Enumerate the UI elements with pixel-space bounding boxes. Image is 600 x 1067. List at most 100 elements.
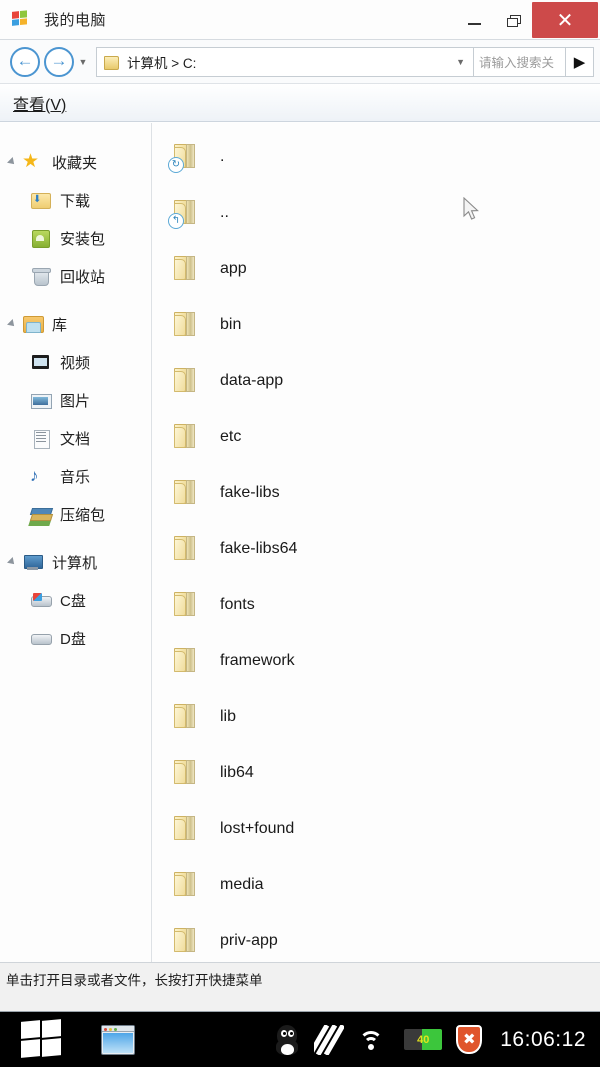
sidebar-label: 压缩包: [60, 506, 106, 524]
sidebar-label: 安装包: [60, 230, 106, 248]
maximize-button[interactable]: [494, 0, 532, 40]
file-list-item[interactable]: media: [160, 857, 600, 913]
expand-arrow-icon[interactable]: [7, 157, 22, 167]
file-list-pane[interactable]: ↻. ↰.. app bin data-app etc fake-libs fake-libs…: [152, 123, 600, 962]
file-list: ↻. ↰.. app bin data-app etc fake-libs fake-libs…: [152, 129, 600, 962]
navigation-sidebar[interactable]: ★ 收藏夹 下载 安装包 回收站: [0, 123, 152, 962]
folder-icon: [168, 756, 204, 790]
title-bar[interactable]: 我的电脑 ✕: [0, 0, 600, 40]
sidebar-item-drive-c[interactable]: C盘: [0, 581, 151, 619]
folder-icon: [168, 308, 204, 342]
file-list-item[interactable]: bin: [160, 297, 600, 353]
file-name: data-app: [220, 372, 284, 389]
drive-icon: [30, 628, 52, 648]
folder-icon: [168, 924, 204, 958]
library-icon: [22, 314, 44, 334]
expand-arrow-icon[interactable]: [7, 319, 22, 329]
sidebar-item-videos[interactable]: 视频: [0, 343, 151, 381]
folder-icon: [168, 588, 204, 622]
sidebar-item-packages[interactable]: 安装包: [0, 219, 151, 257]
taskbar-clock[interactable]: 16:06:12: [500, 1028, 586, 1052]
screen: 我的电脑 ✕ ← → ▼ 计算机 > C: ▼ 请输入搜索关 ▶ 查看(V) ★…: [0, 0, 600, 1067]
file-name: lost+found: [220, 820, 295, 837]
file-name: media: [220, 876, 264, 893]
sidebar-item-computer[interactable]: 计算机: [0, 543, 151, 581]
file-explorer-icon[interactable]: [101, 1024, 135, 1055]
file-list-item[interactable]: ↻.: [160, 129, 600, 185]
menu-item-view[interactable]: 查看(V): [13, 91, 66, 115]
file-name: priv-app: [220, 932, 278, 949]
sidebar-label: C盘: [60, 592, 86, 610]
file-list-item[interactable]: lib: [160, 689, 600, 745]
file-name: lib64: [220, 764, 254, 781]
window-controls: ✕: [454, 0, 600, 40]
forward-button[interactable]: →: [44, 46, 74, 77]
file-list-item[interactable]: data-app: [160, 353, 600, 409]
address-input[interactable]: 计算机 > C: ▼: [96, 46, 474, 77]
stripes-icon[interactable]: [314, 1024, 345, 1055]
sidebar-label: 音乐: [60, 468, 91, 486]
file-list-item[interactable]: fake-libs: [160, 465, 600, 521]
wifi-icon[interactable]: [358, 1027, 390, 1053]
folder-icon: [168, 252, 204, 286]
file-list-item[interactable]: etc: [160, 409, 600, 465]
history-dropdown-button[interactable]: ▼: [74, 57, 92, 67]
sidebar-item-drive-d[interactable]: D盘: [0, 619, 151, 657]
play-arrow-icon: ▶: [573, 53, 586, 71]
close-button[interactable]: ✕: [532, 2, 598, 38]
video-icon: [30, 352, 52, 372]
folder-icon: [168, 364, 204, 398]
maximize-icon: [507, 14, 521, 27]
sidebar-item-favorites[interactable]: ★ 收藏夹: [0, 143, 151, 181]
folder-icon: ↻: [168, 140, 204, 174]
windows-start-icon[interactable]: [21, 1018, 65, 1060]
battery-icon[interactable]: 40: [404, 1029, 443, 1050]
sidebar-group-computer: 计算机 C盘 D盘: [0, 543, 151, 657]
file-list-item[interactable]: ↰..: [160, 185, 600, 241]
sidebar-group-library: 库 视频 图片 文档 ♪ 音乐 压缩包: [0, 305, 151, 533]
file-list-item[interactable]: fonts: [160, 577, 600, 633]
window-title: 我的电脑: [44, 12, 107, 29]
explorer-window: 我的电脑 ✕ ← → ▼ 计算机 > C: ▼ 请输入搜索关 ▶ 查看(V) ★…: [0, 0, 600, 1012]
file-list-item[interactable]: lost+found: [160, 801, 600, 857]
file-list-item[interactable]: fake-libs64: [160, 521, 600, 577]
menu-bar: 查看(V): [0, 84, 600, 122]
search-go-button[interactable]: ▶: [566, 46, 594, 77]
folder-icon: [168, 700, 204, 734]
file-list-item[interactable]: priv-app: [160, 913, 600, 962]
picture-icon: [30, 390, 52, 410]
mouse-cursor-icon: [463, 197, 479, 220]
expand-arrow-icon[interactable]: [7, 557, 22, 567]
sidebar-item-pictures[interactable]: 图片: [0, 381, 151, 419]
forward-icon: →: [50, 51, 68, 70]
folder-icon: [104, 55, 119, 70]
refresh-badge-icon: ↻: [168, 157, 184, 173]
download-folder-icon: [30, 190, 52, 210]
sidebar-label: 收藏夹: [52, 154, 98, 172]
menu-item-view-label: 查看(V): [13, 96, 67, 114]
folder-icon: [168, 868, 204, 902]
sidebar-item-music[interactable]: ♪ 音乐: [0, 457, 151, 495]
taskbar-left: [0, 1018, 135, 1060]
security-shield-icon[interactable]: ✖: [456, 1025, 483, 1054]
apk-package-icon: [30, 228, 52, 248]
search-input[interactable]: 请输入搜索关: [474, 46, 566, 77]
taskbar: 40 ✖ 16:06:12: [0, 1012, 600, 1067]
file-list-item[interactable]: lib64: [160, 745, 600, 801]
sidebar-item-documents[interactable]: 文档: [0, 419, 151, 457]
sidebar-label: 库: [52, 316, 68, 334]
back-button[interactable]: ←: [10, 46, 40, 77]
file-list-item[interactable]: framework: [160, 633, 600, 689]
sidebar-item-archives[interactable]: 压缩包: [0, 495, 151, 533]
file-list-item[interactable]: app: [160, 241, 600, 297]
file-name: .: [220, 148, 225, 165]
minimize-button[interactable]: [454, 0, 494, 40]
sidebar-item-library[interactable]: 库: [0, 305, 151, 343]
star-icon: ★: [22, 151, 40, 172]
sidebar-item-downloads[interactable]: 下载: [0, 181, 151, 219]
shield-x-glyph: ✖: [462, 1031, 476, 1048]
qq-penguin-icon[interactable]: [274, 1024, 300, 1055]
minimize-icon: [467, 22, 481, 25]
chevron-down-icon[interactable]: ▼: [456, 57, 465, 67]
sidebar-item-recycle-bin[interactable]: 回收站: [0, 257, 151, 295]
